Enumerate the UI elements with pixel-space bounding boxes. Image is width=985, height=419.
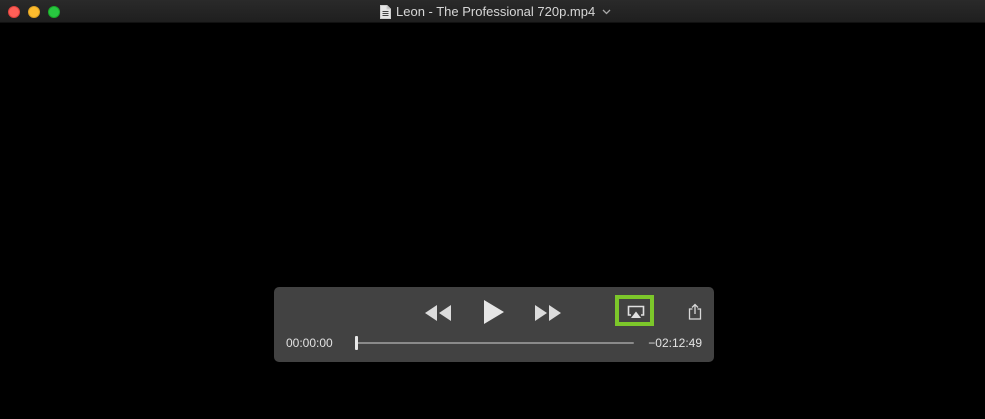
zoom-button[interactable] — [48, 6, 60, 18]
document-icon[interactable] — [380, 4, 391, 19]
minimize-button[interactable] — [28, 6, 40, 18]
fast-forward-icon[interactable] — [534, 304, 562, 322]
playhead-handle[interactable] — [355, 336, 358, 350]
airplay-icon — [627, 305, 645, 318]
playback-controls: 00:00:00 −02:12:49 — [274, 287, 714, 362]
remaining-time: −02:12:49 — [648, 336, 702, 350]
chevron-down-icon[interactable] — [602, 9, 611, 15]
play-icon[interactable] — [483, 299, 505, 325]
window-title: Leon - The Professional 720p.mp4 — [396, 4, 596, 19]
player-window: Leon - The Professional 720p.mp4 00:00:0… — [0, 0, 985, 419]
elapsed-time: 00:00:00 — [286, 336, 333, 350]
progress-track[interactable] — [356, 342, 634, 344]
window-title-group[interactable]: Leon - The Professional 720p.mp4 — [380, 0, 611, 23]
rewind-icon[interactable] — [424, 304, 452, 322]
title-bar[interactable]: Leon - The Professional 720p.mp4 — [0, 0, 985, 23]
share-icon[interactable] — [688, 303, 702, 320]
close-button[interactable] — [8, 6, 20, 18]
airplay-button[interactable] — [615, 295, 654, 326]
